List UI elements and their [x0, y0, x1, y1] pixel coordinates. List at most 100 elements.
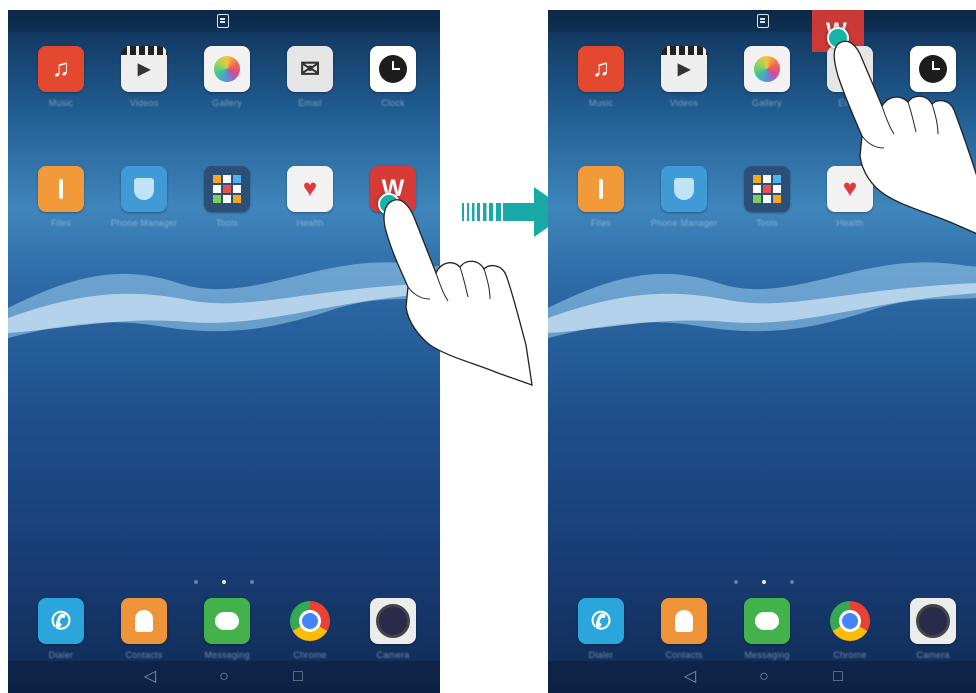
- app-music[interactable]: ♫ Music: [566, 46, 636, 108]
- phone-glyph-icon: ✆: [50, 607, 72, 635]
- contacts-icon[interactable]: [121, 598, 167, 644]
- gallery-glyph-icon: [744, 46, 790, 92]
- home-screen-after: W ♫Music▶VideosGalleryEmailClock FilesPh…: [548, 10, 976, 693]
- messaging-glyph-icon: [204, 598, 250, 644]
- app-label: Health: [296, 218, 324, 228]
- gallery-icon[interactable]: [204, 46, 250, 92]
- videos-glyph-icon: ▶: [677, 61, 691, 78]
- clock-glyph-icon: [370, 46, 416, 92]
- camera-glyph-icon: [370, 598, 416, 644]
- chrome-icon[interactable]: [827, 598, 873, 644]
- app-camera[interactable]: Camera: [898, 598, 968, 660]
- app-label: Contacts: [665, 650, 703, 660]
- app-camera[interactable]: Camera: [358, 598, 428, 660]
- home-icon[interactable]: ○: [754, 667, 774, 687]
- music-icon[interactable]: ♫: [578, 46, 624, 92]
- app-label: Contacts: [125, 650, 163, 660]
- app-label: Phone Manager: [650, 218, 718, 228]
- tools-glyph-icon: [204, 166, 250, 212]
- app-tools[interactable]: Tools: [732, 166, 802, 228]
- app-label: Videos: [129, 98, 159, 108]
- app-messaging[interactable]: Messaging: [732, 598, 802, 660]
- app-phone-manager[interactable]: Phone Manager: [649, 166, 719, 228]
- wallpaper-wave: [548, 262, 976, 338]
- app-music[interactable]: ♫ Music: [26, 46, 96, 108]
- messaging-glyph-icon: [744, 598, 790, 644]
- app-chrome[interactable]: Chrome: [275, 598, 345, 660]
- app-files[interactable]: Files: [566, 166, 636, 228]
- app-label: Tools: [215, 218, 238, 228]
- health-icon[interactable]: ♥: [287, 166, 333, 212]
- page-indicator: [8, 571, 440, 589]
- chrome-glyph-icon: [287, 598, 333, 644]
- app-phone[interactable]: ✆ Dialer: [26, 598, 96, 660]
- app-gallery[interactable]: Gallery: [732, 46, 802, 108]
- app-videos[interactable]: ▶ Videos: [109, 46, 179, 108]
- app-gallery[interactable]: Gallery: [192, 46, 262, 108]
- clock-icon[interactable]: [370, 46, 416, 92]
- status-bar: [8, 10, 440, 32]
- phone-manager-icon[interactable]: [121, 166, 167, 212]
- app-label: Dialer: [48, 650, 74, 660]
- app-label: Gallery: [212, 98, 242, 108]
- camera-icon[interactable]: [370, 598, 416, 644]
- hand-pointer-icon: [833, 40, 976, 235]
- health-glyph-icon: ♥: [302, 175, 318, 202]
- contacts-glyph-icon: [121, 598, 167, 644]
- music-icon[interactable]: ♫: [38, 46, 84, 92]
- tools-icon[interactable]: [204, 166, 250, 212]
- app-phone-manager[interactable]: Phone Manager: [109, 166, 179, 228]
- gallery-glyph-icon: [204, 46, 250, 92]
- gallery-icon[interactable]: [744, 46, 790, 92]
- app-label: Tools: [755, 218, 778, 228]
- camera-icon[interactable]: [910, 598, 956, 644]
- home-icon[interactable]: ○: [214, 667, 234, 687]
- app-tools[interactable]: Tools: [192, 166, 262, 228]
- app-phone[interactable]: ✆ Dialer: [566, 598, 636, 660]
- messaging-icon[interactable]: [204, 598, 250, 644]
- files-glyph-icon: [578, 166, 624, 212]
- phone-icon[interactable]: ✆: [38, 598, 84, 644]
- messaging-icon[interactable]: [744, 598, 790, 644]
- phone-manager-icon[interactable]: [661, 166, 707, 212]
- app-row-1: ♫ Music ▶ Videos Gallery ✉ Email Clock: [8, 46, 440, 136]
- app-clock[interactable]: Clock: [358, 46, 428, 108]
- app-label: Phone Manager: [110, 218, 178, 228]
- app-chrome[interactable]: Chrome: [815, 598, 885, 660]
- phone-icon[interactable]: ✆: [578, 598, 624, 644]
- files-icon[interactable]: [38, 166, 84, 212]
- tools-icon[interactable]: [744, 166, 790, 212]
- recents-icon[interactable]: □: [828, 667, 848, 687]
- videos-icon[interactable]: ▶: [661, 46, 707, 92]
- music-glyph-icon: ♫: [52, 55, 70, 82]
- contacts-icon[interactable]: [661, 598, 707, 644]
- page-indicator: [548, 571, 976, 589]
- app-messaging[interactable]: Messaging: [192, 598, 262, 660]
- app-label: Videos: [669, 98, 699, 108]
- app-files[interactable]: Files: [26, 166, 96, 228]
- app-label: Gallery: [752, 98, 782, 108]
- email-icon[interactable]: ✉: [287, 46, 333, 92]
- dock: ✆ Dialer Contacts Messaging Chrome Camera: [8, 598, 440, 668]
- app-contacts[interactable]: Contacts: [109, 598, 179, 660]
- files-icon[interactable]: [578, 166, 624, 212]
- app-label: Chrome: [833, 650, 867, 660]
- back-icon[interactable]: ◁: [140, 667, 160, 687]
- app-label: Music: [588, 98, 614, 108]
- contacts-glyph-icon: [661, 598, 707, 644]
- chrome-glyph-icon: [827, 598, 873, 644]
- recents-icon[interactable]: □: [288, 667, 308, 687]
- back-icon[interactable]: ◁: [680, 667, 700, 687]
- tools-glyph-icon: [744, 166, 790, 212]
- app-health[interactable]: ♥ Health: [275, 166, 345, 228]
- app-label: Messaging: [744, 650, 790, 660]
- chrome-icon[interactable]: [287, 598, 333, 644]
- videos-icon[interactable]: ▶: [121, 46, 167, 92]
- app-contacts[interactable]: Contacts: [649, 598, 719, 660]
- phone-manager-glyph-icon: [661, 166, 707, 212]
- app-label: Messaging: [204, 650, 250, 660]
- navigation-bar: ◁ ○ □: [548, 661, 976, 693]
- app-videos[interactable]: ▶ Videos: [649, 46, 719, 108]
- videos-glyph-icon: ▶: [137, 61, 151, 78]
- app-email[interactable]: ✉ Email: [275, 46, 345, 108]
